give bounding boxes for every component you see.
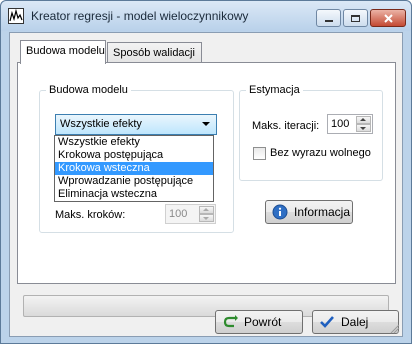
info-button[interactable]: Informacja [265,200,353,224]
tab-sposob-walidacji[interactable]: Sposób walidacji [107,42,202,64]
max-iterations-spin-buttons[interactable] [356,116,371,132]
max-iterations-spinner[interactable]: 100 [327,114,373,134]
minimize-button[interactable] [316,9,341,27]
spin-down-icon[interactable] [356,124,371,132]
close-icon [383,13,393,23]
chart-icon [8,8,24,24]
maximize-icon [351,14,360,22]
model-type-dropdown: Wszystkie efekty Krokowa postępująca Kro… [54,135,214,202]
max-steps-label: Maks. kroków: [55,209,126,221]
estimation-group-label: Estymacja [246,84,303,96]
resize-grip-icon[interactable] [390,324,400,334]
back-button[interactable]: Powrót [215,310,303,334]
option-krokowa-postepujaca[interactable]: Krokowa postępująca [55,149,213,162]
tab-panel: Budowa modelu Wszystkie efekty Wszystkie… [17,62,396,284]
option-eliminacja-wsteczna[interactable]: Eliminacja wsteczna [55,188,213,201]
option-krokowa-wsteczna[interactable]: Krokowa wsteczna [55,162,213,175]
window-title: Kreator regresji - model wieloczynnikowy [31,9,249,23]
checkmark-icon [319,314,335,330]
spin-down-icon [199,214,214,222]
model-type-combo[interactable]: Wszystkie efekty [55,114,217,135]
model-type-combo-value: Wszystkie efekty [60,118,142,130]
model-building-group-label: Budowa modelu [46,84,131,96]
max-steps-spin-buttons [199,206,214,222]
spin-up-icon[interactable] [356,116,371,124]
arrow-back-icon [222,314,238,330]
info-button-label: Informacja [294,205,351,219]
max-steps-value: 100 [169,208,188,220]
info-icon [272,204,288,220]
tab-budowa-modelu[interactable]: Budowa modelu [20,40,106,64]
estimation-group: Estymacja [239,84,383,181]
maximize-button[interactable] [343,9,368,27]
option-wszystkie-efekty[interactable]: Wszystkie efekty [55,136,213,149]
max-iterations-value: 100 [331,118,350,130]
spin-up-icon [199,206,214,214]
back-button-label: Powrót [244,315,282,329]
title-bar[interactable]: Kreator regresji - model wieloczynnikowy [1,1,411,31]
max-iterations-label: Maks. iteracji: [252,120,320,132]
next-button[interactable]: Dalej [312,310,399,334]
option-wprowadzanie-postepujace[interactable]: Wprowadzanie postępujące [55,175,213,188]
chevron-down-icon [202,122,210,126]
no-intercept-label: Bez wyrazu wolnego [270,147,371,159]
minimize-icon [324,20,333,22]
wizard-window: Kreator regresji - model wieloczynnikowy… [0,0,412,344]
dialog-body: Budowa modelu Sposób walidacji Budowa mo… [9,32,403,337]
close-button[interactable] [370,9,406,27]
next-button-label: Dalej [341,315,369,329]
max-steps-spinner: 100 [165,204,216,224]
no-intercept-checkbox[interactable] [253,147,266,160]
